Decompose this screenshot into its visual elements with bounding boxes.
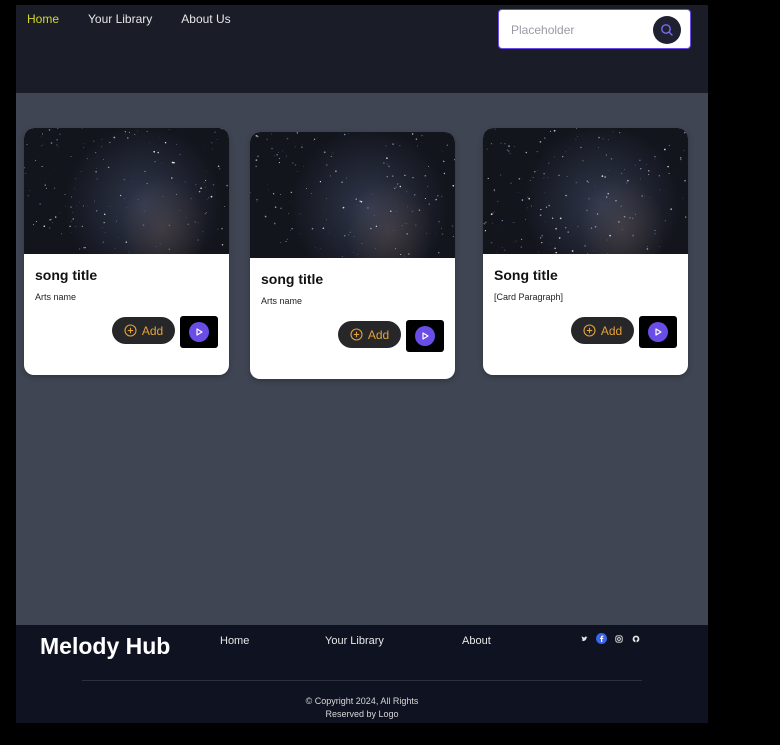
song-card: song title Arts name Add [24, 128, 229, 375]
card-cover-image [24, 128, 229, 254]
copyright-text: © Copyright 2024, All Rights Reserved by… [16, 695, 708, 721]
add-button[interactable]: Add [112, 317, 175, 344]
add-button-label: Add [141, 323, 164, 338]
song-title: Song title [494, 267, 558, 283]
github-icon[interactable] [630, 633, 641, 644]
song-title: song title [35, 267, 98, 283]
footer-divider [82, 680, 642, 681]
social-links [579, 633, 641, 644]
main-nav: Home Your Library About Us [27, 12, 231, 26]
footer-link-home[interactable]: Home [220, 635, 249, 647]
song-card: Song title [Card Paragraph] Add [483, 128, 688, 375]
plus-circle-icon [350, 328, 363, 341]
artist-name: Arts name [35, 292, 77, 302]
footer-link-about[interactable]: About [462, 635, 491, 647]
search-icon [661, 24, 673, 36]
nav-about-us[interactable]: About Us [181, 12, 230, 26]
plus-circle-icon [583, 324, 596, 337]
play-icon [648, 322, 668, 342]
top-navbar: Home Your Library About Us [16, 5, 708, 93]
twitter-icon[interactable] [579, 633, 590, 644]
nav-home[interactable]: Home [27, 12, 59, 26]
artist-name: Arts name [261, 296, 303, 306]
add-button-label: Add [367, 327, 390, 342]
footer-brand-logo: Melody Hub [40, 633, 171, 659]
card-cover-image [250, 132, 455, 258]
card-cover-image [483, 128, 688, 254]
play-button[interactable] [639, 316, 677, 348]
play-button[interactable] [180, 316, 218, 348]
plus-circle-icon [124, 324, 137, 337]
add-button-label: Add [600, 323, 623, 338]
card-paragraph: [Card Paragraph] [494, 292, 564, 302]
add-button[interactable]: Add [571, 317, 634, 344]
copyright-line-2: Reserved by Logo [325, 709, 399, 719]
search-button[interactable] [653, 16, 681, 44]
song-card: song title Arts name Add [250, 132, 455, 379]
search-box [498, 9, 691, 50]
app-window: Home Your Library About Us song title Ar… [16, 5, 708, 723]
facebook-icon[interactable] [596, 633, 607, 644]
copyright-line-1: © Copyright 2024, All Rights [305, 696, 419, 706]
play-button[interactable] [406, 320, 444, 352]
footer-link-your-library[interactable]: Your Library [325, 635, 384, 647]
instagram-icon[interactable] [613, 633, 624, 644]
main-content: song title Arts name Add song title Arts… [16, 93, 708, 625]
play-icon [189, 322, 209, 342]
search-input[interactable] [509, 10, 653, 50]
play-icon [415, 326, 435, 346]
add-button[interactable]: Add [338, 321, 401, 348]
song-title: song title [261, 271, 324, 287]
footer: Melody Hub Home Your Library About © Cop… [16, 625, 708, 723]
nav-your-library[interactable]: Your Library [88, 12, 152, 26]
